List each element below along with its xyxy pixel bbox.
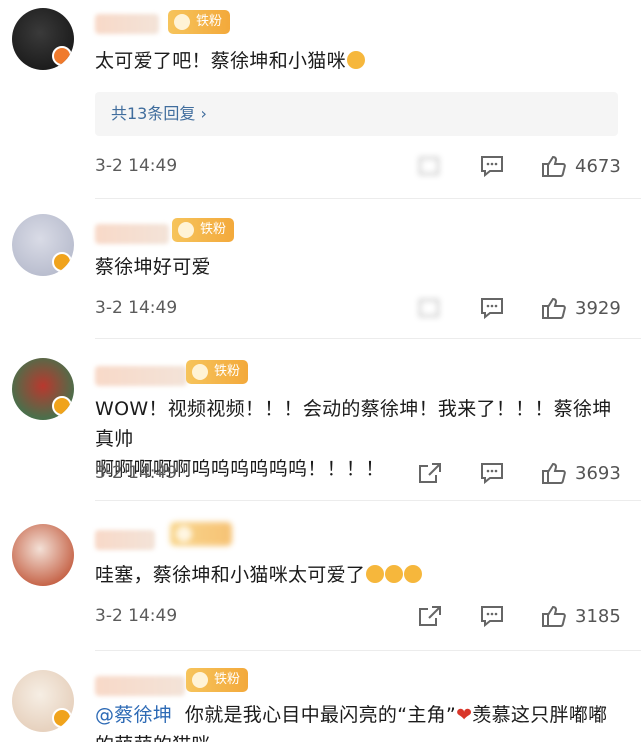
like-count: 3929 [575,297,621,319]
comment-text: @蔡徐坤 你就是我心目中最闪亮的“主角”❤羡慕这只胖嘟嘟的萌萌的猫咪 [95,700,621,742]
avatar[interactable] [12,358,74,420]
fan-badge-label: 铁粉 [196,14,223,29]
avatar[interactable] [12,8,74,70]
comment-time: 3-2 14:49 [95,606,178,626]
like-count: 3693 [575,462,621,484]
comment-text-content: 哇塞，蔡徐坤和小猫咪太可爱了 [95,564,366,586]
heart-icon [174,14,190,30]
heart-icon [192,364,208,380]
replies-link[interactable]: 共13条回复 › [95,92,618,136]
replies-label: 共13条回复 [111,104,196,123]
heart-icon [192,672,208,688]
username[interactable] [95,676,185,696]
comment-2: 铁粉 蔡徐坤好可爱 3-2 14:49 3929 [0,200,641,340]
verified-badge-icon [52,708,72,728]
thumbs-up-icon[interactable] [541,296,567,320]
fan-badge: 铁粉 [168,10,231,34]
comment-text: 哇塞，蔡徐坤和小猫咪太可爱了 [95,560,621,590]
scream-emoji-icon [385,565,404,583]
avatar[interactable] [12,524,74,586]
chevron-right-icon: › [200,104,207,123]
divider [95,338,641,339]
comment-time: 3-2 14:49 [95,463,178,483]
fan-badge: 铁粉 [172,218,235,242]
verified-badge-icon [52,396,72,416]
thumbs-up-icon[interactable] [541,461,567,485]
scream-emoji-icon [404,565,423,583]
fan-badge: 铁粉 [186,360,249,384]
share-icon[interactable] [417,604,443,628]
comment-4: 哇塞，蔡徐坤和小猫咪太可爱了 3-2 14:49 3185 [0,500,641,651]
thumbs-up-icon[interactable] [541,154,567,178]
comment-actions: 3185 [381,604,621,628]
fan-badge-label: 铁粉 [214,364,241,379]
verified-badge-icon [52,252,72,272]
comment-1: 铁粉 太可爱了吧！蔡徐坤和小猫咪 共13条回复 › 3-2 14:49 4673 [0,0,641,200]
comment-text-line: WOW！视频视频！！！会动的蔡徐坤！我来了！！！蔡徐坤真帅 [95,398,612,450]
username[interactable] [95,366,187,386]
comment-text-content: 你就是我心目中最闪亮的“主角” [184,704,457,726]
comment-actions: 3693 [381,461,621,485]
comment-icon[interactable] [479,461,505,485]
comment-actions: 3929 [381,296,621,320]
comment-text-line: 的萌萌的猫咪 [95,734,211,742]
username[interactable] [95,14,159,34]
avatar[interactable] [12,670,74,732]
comment-3: 铁粉 WOW！视频视频！！！会动的蔡徐坤！我来了！！！蔡徐坤真帅 啊啊啊啊啊呜呜呜… [0,340,641,501]
comment-time: 3-2 14:49 [95,298,178,318]
fan-badge [170,522,232,546]
share-icon[interactable] [417,154,443,178]
mention-link[interactable]: @蔡徐坤 [95,704,172,726]
heart-icon [176,526,192,542]
comment-actions: 4673 [381,154,621,178]
share-icon[interactable] [417,461,443,485]
share-icon[interactable] [417,296,443,320]
thumbs-up-icon[interactable] [541,604,567,628]
fan-badge-label: 铁粉 [214,672,241,687]
avatar[interactable] [12,214,74,276]
scream-emoji-icon [366,565,385,583]
comment-time: 3-2 14:49 [95,156,178,176]
username[interactable] [95,224,169,244]
comment-text-content: 太可爱了吧！蔡徐坤和小猫咪 [95,50,346,72]
comment-icon[interactable] [479,296,505,320]
comment-text: 蔡徐坤好可爱 [95,256,211,278]
comment-5: 铁粉 @蔡徐坤 你就是我心目中最闪亮的“主角”❤羡慕这只胖嘟嘟的萌萌的猫咪 [0,650,641,742]
comment-text: 太可爱了吧！蔡徐坤和小猫咪 [95,46,621,76]
comment-icon[interactable] [479,604,505,628]
like-count: 4673 [575,155,621,177]
username[interactable] [95,530,155,550]
verified-badge-icon [52,46,72,66]
fan-badge: 铁粉 [186,668,249,692]
divider [95,198,641,199]
comment-icon[interactable] [479,154,505,178]
red-heart-icon: ❤ [456,704,473,726]
heart-eyes-emoji-icon [346,51,365,69]
like-count: 3185 [575,605,621,627]
fan-badge-label: 铁粉 [200,222,227,237]
heart-icon [178,222,194,238]
comment-text-content: 羡慕这只胖嘟嘟 [472,704,608,726]
